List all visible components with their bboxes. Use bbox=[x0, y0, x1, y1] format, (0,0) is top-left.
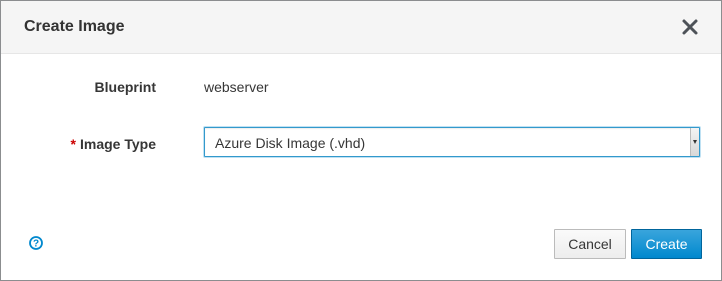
dialog-footer: ? Cancel Create bbox=[1, 219, 721, 280]
dialog-title: Create Image bbox=[24, 18, 125, 35]
close-icon[interactable] bbox=[677, 14, 703, 40]
image-type-label: Image Type bbox=[80, 136, 156, 152]
blueprint-label: Blueprint bbox=[94, 79, 156, 95]
help-icon[interactable]: ? bbox=[29, 236, 45, 252]
image-type-label-group: * Image Type bbox=[71, 136, 156, 152]
dialog-header: Create Image bbox=[1, 1, 721, 54]
svg-text:?: ? bbox=[33, 239, 39, 250]
image-type-selected-value: Azure Disk Image (.vhd) bbox=[215, 135, 366, 151]
blueprint-value: webserver bbox=[204, 79, 269, 95]
image-type-select[interactable]: Azure Disk Image (.vhd) bbox=[204, 127, 700, 157]
dialog-body: Blueprint webserver * Image Type Azure Di… bbox=[1, 54, 721, 219]
create-button[interactable]: Create bbox=[631, 229, 702, 259]
select-arrow-icon[interactable] bbox=[690, 128, 699, 156]
create-image-dialog: Create Image Blueprint webserver * Image … bbox=[0, 0, 722, 281]
cancel-button[interactable]: Cancel bbox=[554, 229, 626, 259]
required-marker: * bbox=[70, 136, 76, 152]
